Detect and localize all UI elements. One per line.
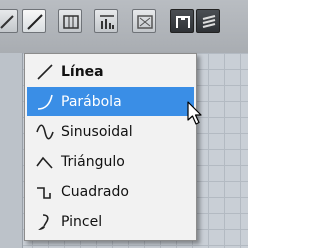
- triangle-icon: [31, 152, 59, 172]
- more-button[interactable]: [196, 9, 220, 33]
- snap-button[interactable]: [170, 9, 194, 33]
- quantize-button[interactable]: [132, 9, 156, 33]
- menu-item-label: Pincel: [61, 213, 103, 230]
- menu-item-label: Sinusoidal: [61, 123, 133, 140]
- menu-item-label: Cuadrado: [61, 183, 129, 200]
- line-icon: [31, 62, 59, 82]
- menu-item-pincel[interactable]: Pincel: [27, 207, 194, 236]
- sine-icon: [31, 122, 59, 142]
- quantize-icon: [137, 15, 153, 29]
- menu-item-sinusoidal[interactable]: Sinusoidal: [27, 117, 194, 146]
- menu-item-parabola[interactable]: Parábola: [27, 87, 194, 116]
- square-wave-icon: [31, 182, 59, 202]
- brush-icon: [31, 212, 59, 232]
- toolbar: [0, 0, 248, 53]
- menu-item-label: Línea: [61, 63, 104, 80]
- menu-item-label: Parábola: [61, 93, 122, 110]
- velocity-button[interactable]: [94, 9, 118, 33]
- menu-item-label: Triángulo: [61, 153, 125, 170]
- snap-icon: [176, 16, 190, 28]
- velocity-icon: [100, 15, 114, 29]
- editor-left-strip: [0, 53, 23, 248]
- menu-item-linea[interactable]: Línea: [27, 57, 194, 86]
- menu-item-triangulo[interactable]: Triángulo: [27, 147, 194, 176]
- line-mode-button[interactable]: [22, 9, 46, 33]
- columns-button[interactable]: [58, 9, 82, 33]
- mouse-pointer-icon: [187, 101, 205, 131]
- parabola-icon: [31, 92, 59, 112]
- line-tool-icon: [0, 15, 14, 29]
- more-icon: [202, 15, 216, 28]
- line-tool-button[interactable]: [0, 9, 18, 33]
- line-shape-menu: Línea Parábola Sinusoidal Triángulo Cuad…: [24, 53, 197, 241]
- menu-item-cuadrado[interactable]: Cuadrado: [27, 177, 194, 206]
- diagonal-line-icon: [27, 14, 43, 30]
- columns-icon: [63, 15, 79, 29]
